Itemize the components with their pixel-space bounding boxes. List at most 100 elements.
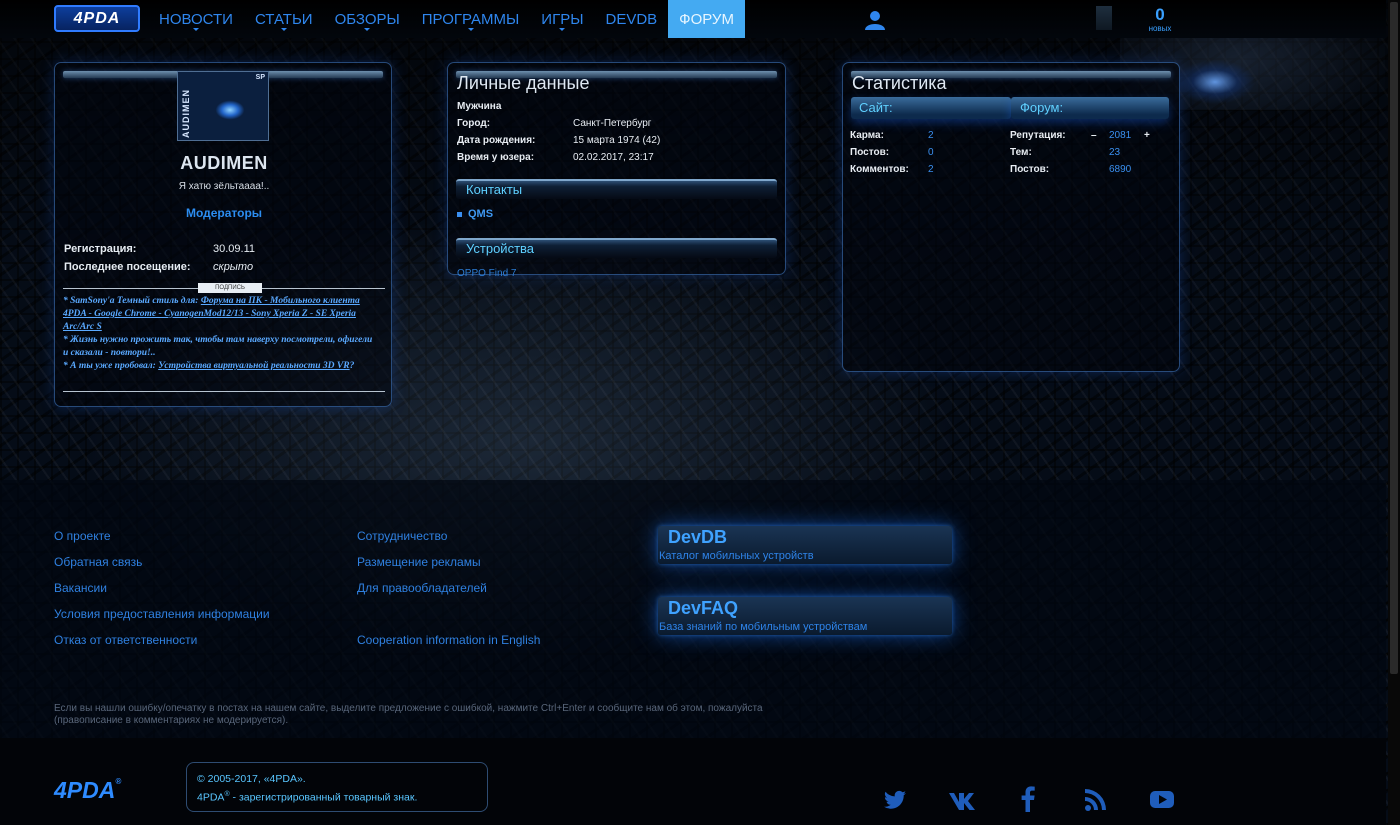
devices-title: Устройства bbox=[466, 241, 535, 256]
devfaq-card[interactable]: DevFAQ База знаний по мобильным устройст… bbox=[658, 597, 952, 635]
site-stats-title: Сайт: bbox=[859, 100, 893, 115]
karma-value[interactable]: 2 bbox=[928, 130, 934, 141]
devfaq-subtitle: База знаний по мобильным устройствам bbox=[659, 621, 868, 633]
signature-link-vr[interactable]: Устройства виртуальной реальности 3D VR bbox=[158, 361, 349, 371]
comments-label: Комментов: bbox=[850, 164, 909, 175]
site-logo[interactable]: 4PDA bbox=[54, 5, 140, 32]
user-icon[interactable] bbox=[864, 10, 886, 30]
devdb-title: DevDB bbox=[668, 527, 728, 547]
footer-link-jobs[interactable]: Вакансии bbox=[54, 581, 107, 595]
last-visit-label: Последнее посещение: bbox=[64, 261, 191, 273]
personal-data-panel: Личные данные Мужчина Город: Санкт-Петер… bbox=[447, 62, 786, 279]
caret-down-icon bbox=[280, 28, 287, 34]
avatar-text: AUDIMEN bbox=[181, 89, 191, 138]
nav-articles[interactable]: СТАТЬИ bbox=[244, 0, 324, 38]
forum-stats-header: Форум: bbox=[1011, 97, 1169, 119]
forum-stats-title: Форум: bbox=[1020, 100, 1064, 115]
nav-devdb[interactable]: DEVDB bbox=[594, 0, 668, 38]
nav-news[interactable]: НОВОСТИ bbox=[148, 0, 244, 38]
devdb-card[interactable]: DevDB Каталог мобильных устройств bbox=[658, 526, 952, 564]
topics-label: Тем: bbox=[1010, 147, 1032, 158]
devdb-subtitle: Каталог мобильных устройств bbox=[659, 550, 814, 562]
user-time-value: 02.02.2017, 23:17 bbox=[573, 152, 654, 163]
devfaq-title: DevFAQ bbox=[668, 598, 739, 618]
footer-link-terms[interactable]: Условия предоставления информации bbox=[54, 607, 270, 621]
nav-label: ФОРУМ bbox=[679, 11, 734, 28]
avatar-corner-text: SP bbox=[255, 74, 265, 81]
city-label: Город: bbox=[457, 118, 491, 129]
devices-header: Устройства bbox=[456, 238, 777, 258]
panel-title: Личные данные bbox=[457, 73, 590, 93]
footer-logo[interactable]: 4PDA® bbox=[54, 777, 121, 804]
copyright-text: © 2005-2017, «4PDA». bbox=[197, 773, 306, 785]
panel-title: Статистика bbox=[852, 73, 947, 93]
contacts-title: Контакты bbox=[466, 182, 523, 197]
divider bbox=[63, 391, 385, 392]
forum-posts-label: Постов: bbox=[1010, 164, 1050, 175]
site-stats-header: Сайт: bbox=[851, 97, 1011, 119]
trademark-rest: - зарегистрированный товарный знак. bbox=[229, 791, 418, 804]
qms-link[interactable]: QMS bbox=[468, 208, 493, 220]
footer-link-feedback[interactable]: Обратная связь bbox=[54, 555, 142, 569]
rss-icon[interactable] bbox=[1083, 785, 1109, 813]
reputation-plus-button[interactable]: + bbox=[1144, 130, 1150, 141]
main-nav: НОВОСТИ СТАТЬИ ОБЗОРЫ ПРОГРАММЫ ИГРЫ DEV… bbox=[148, 0, 745, 38]
twitter-icon[interactable] bbox=[882, 785, 908, 813]
registration-value: 30.09.11 bbox=[213, 243, 256, 255]
forum-posts-value[interactable]: 6890 bbox=[1109, 164, 1131, 175]
notification-label: новых bbox=[1148, 24, 1172, 33]
top-navigation-bar: 4PDA НОВОСТИ СТАТЬИ ОБЗОРЫ ПРОГРАММЫ ИГР… bbox=[0, 0, 1386, 38]
site-posts-label: Постов: bbox=[850, 147, 890, 158]
nav-label: DEVDB bbox=[605, 11, 658, 28]
user-status: Я хатю зёльтаааа!.. bbox=[178, 181, 270, 192]
nav-reviews[interactable]: ОБЗОРЫ bbox=[324, 0, 411, 38]
scrollbar[interactable] bbox=[1388, 0, 1400, 825]
nav-label: ПРОГРАММЫ bbox=[421, 11, 520, 28]
reputation-value[interactable]: 2081 bbox=[1109, 130, 1131, 141]
footer-logo-text: 4PDA bbox=[54, 777, 116, 803]
vk-icon[interactable] bbox=[947, 785, 981, 813]
nav-programs[interactable]: ПРОГРАММЫ bbox=[411, 0, 531, 38]
city-value: Санкт-Петербург bbox=[573, 118, 652, 129]
copyright-box: © 2005-2017, «4PDA». 4PDA® - зарегистрир… bbox=[186, 762, 488, 812]
signature-text: * Жизнь нужно прожить так, чтобы там нав… bbox=[63, 335, 373, 358]
notification-tab-icon[interactable] bbox=[1096, 6, 1112, 30]
signature-text: * SamSony'a Темный стиль для: bbox=[63, 296, 201, 306]
nav-games[interactable]: ИГРЫ bbox=[530, 0, 594, 38]
footer-link-advertising[interactable]: Размещение рекламы bbox=[357, 555, 481, 569]
trademark-name: 4PDA bbox=[197, 791, 225, 804]
notification-count[interactable]: 0 bbox=[1148, 5, 1172, 25]
device-link[interactable]: OPPO Find 7 bbox=[457, 268, 516, 279]
statistics-panel: Статистика Сайт: Форум: Карма: 2 Постов:… bbox=[842, 62, 1180, 372]
signature-label: ПОДПИСЬ bbox=[198, 283, 262, 293]
nav-label: НОВОСТИ bbox=[159, 11, 233, 28]
user-time-label: Время у юзера: bbox=[457, 152, 535, 163]
topics-value[interactable]: 23 bbox=[1109, 147, 1120, 158]
profile-panel: AUDIMEN SP AUDIMEN Я хатю зёльтаааа!.. М… bbox=[54, 62, 392, 407]
nav-label: ОБЗОРЫ bbox=[334, 11, 400, 28]
karma-label: Карма: bbox=[850, 130, 884, 141]
footer-link-cooperation[interactable]: Сотрудничество bbox=[357, 529, 447, 543]
registration-label: Регистрация: bbox=[64, 243, 137, 255]
bullet-icon bbox=[457, 212, 462, 217]
site-posts-value[interactable]: 0 bbox=[928, 147, 934, 158]
reputation-label: Репутация: bbox=[1010, 130, 1066, 141]
caret-down-icon bbox=[364, 28, 371, 34]
footer-link-disclaimer[interactable]: Отказ от ответственности bbox=[54, 633, 197, 647]
footer-link-rightholders[interactable]: Для правообладателей bbox=[357, 581, 487, 595]
footer-link-about[interactable]: О проекте bbox=[54, 529, 111, 543]
typo-notice: Если вы нашли ошибку/опечатку в постах н… bbox=[54, 703, 763, 726]
facebook-icon[interactable] bbox=[1020, 785, 1036, 813]
registered-mark: ® bbox=[115, 777, 122, 786]
nav-label: СТАТЬИ bbox=[254, 11, 313, 28]
reputation-minus-button[interactable]: – bbox=[1091, 130, 1097, 141]
nav-forum[interactable]: ФОРУМ bbox=[668, 0, 745, 38]
user-group-link[interactable]: Модераторы bbox=[55, 206, 393, 220]
youtube-icon[interactable] bbox=[1149, 785, 1175, 813]
signature: * SamSony'a Темный стиль для: Форума на … bbox=[63, 295, 375, 373]
footer-link-english[interactable]: Cooperation information in English bbox=[357, 633, 540, 647]
caret-down-icon bbox=[559, 28, 566, 34]
scrollbar-thumb[interactable] bbox=[1390, 2, 1398, 674]
trademark-text: 4PDA® - зарегистрированный товарный знак… bbox=[197, 791, 417, 804]
comments-value[interactable]: 2 bbox=[928, 164, 934, 175]
